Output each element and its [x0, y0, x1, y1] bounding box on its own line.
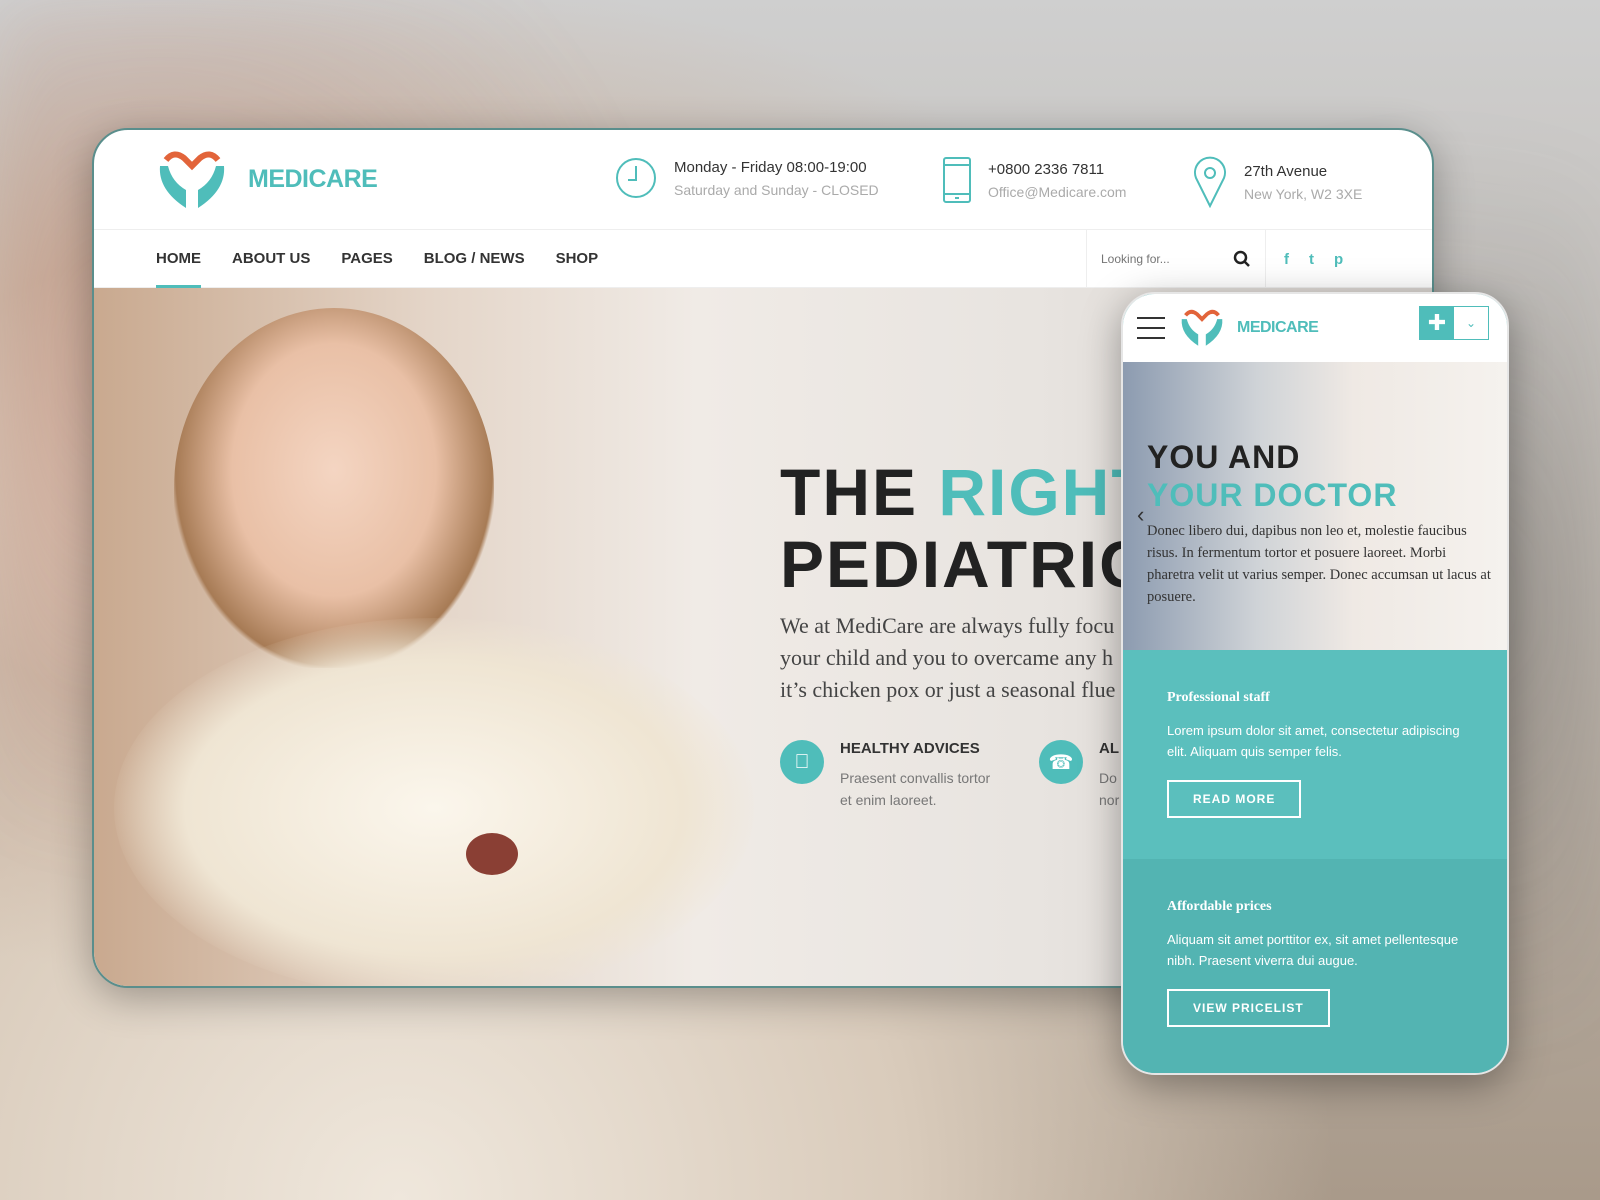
- chevron-down-icon[interactable]: ⌄: [1454, 307, 1488, 339]
- mobile-header: MEDICARE ✚ ⌄: [1123, 294, 1507, 362]
- social-links: f t p: [1284, 230, 1343, 288]
- twitter-icon[interactable]: t: [1309, 251, 1314, 268]
- teddy-bear-photo: [114, 618, 754, 986]
- facebook-icon[interactable]: f: [1284, 251, 1289, 268]
- hours-info: Monday - Friday 08:00-19:00 Saturday and …: [614, 156, 879, 200]
- mobile-brand-name: MEDICARE: [1237, 319, 1319, 336]
- hero-lead: We at MediCare are always fully focu your…: [780, 613, 1116, 702]
- brand-name: MEDICARE: [248, 165, 378, 193]
- card-affordable-prices: Affordable prices Aliquam sit amet portt…: [1123, 859, 1507, 1073]
- feature-healthy-advices:  HEALTHY ADVICESPraesent convallis tort…: [780, 740, 990, 811]
- search-icon[interactable]: [1233, 250, 1251, 268]
- mobile-hero-text: Donec libero dui, dapibus non leo et, mo…: [1147, 523, 1491, 605]
- nav-blog-news[interactable]: BLOG / NEWS: [424, 230, 525, 288]
- mobile-mockup: MEDICARE ✚ ⌄ ‹ YOU AND YOUR DOCTOR Donec …: [1121, 292, 1509, 1075]
- nav-pages[interactable]: PAGES: [341, 230, 392, 288]
- address-info: 27th Avenue New York, W2 3XE: [1192, 156, 1362, 208]
- card-professional-staff: Professional staff Lorem ipsum dolor sit…: [1123, 650, 1507, 859]
- mobile-hero: ‹ YOU AND YOUR DOCTOR Donec libero dui, d…: [1123, 362, 1507, 650]
- mobile-action-button[interactable]: ✚ ⌄: [1419, 306, 1489, 340]
- top-bar: MEDICARE Monday - Friday 08:00-19:00 Satu…: [94, 130, 1432, 230]
- view-pricelist-button[interactable]: VIEW PRICELIST: [1167, 989, 1330, 1027]
- clock-icon: [616, 158, 656, 198]
- nav-shop[interactable]: SHOP: [556, 230, 599, 288]
- mobile-hero-title: YOU AND YOUR DOCTOR: [1147, 439, 1398, 513]
- read-more-button[interactable]: READ MORE: [1167, 780, 1302, 818]
- nav-home[interactable]: HOME: [156, 230, 201, 288]
- search-box: [1086, 230, 1266, 288]
- apple-icon: : [780, 740, 824, 784]
- chevron-left-icon[interactable]: ‹: [1137, 502, 1144, 528]
- main-nav: HOME ABOUT US PAGES BLOG / NEWS SHOP f t…: [94, 230, 1432, 288]
- heart-hands-logo-icon: [159, 151, 225, 208]
- teddy-bear-nose: [466, 833, 518, 875]
- pinterest-icon[interactable]: p: [1334, 251, 1343, 268]
- logo[interactable]: MEDICARE: [156, 150, 378, 210]
- hero-title: THE RIGHT PEDIATRIC: [780, 455, 1154, 601]
- heart-hands-logo-icon: [1181, 309, 1223, 346]
- stethoscope-phone-icon: ☎: [1039, 740, 1083, 784]
- phone-icon: [943, 157, 971, 203]
- nav-about-us[interactable]: ABOUT US: [232, 230, 310, 288]
- search-input[interactable]: [1101, 252, 1211, 266]
- feature-second: ☎ AL Do nor: [1039, 740, 1119, 811]
- map-pin-icon: [1194, 156, 1226, 208]
- hamburger-menu-icon[interactable]: [1137, 317, 1165, 339]
- contact-info: +0800 2336 7811 Office@Medicare.com: [942, 156, 1126, 204]
- girl-photo: [174, 308, 494, 668]
- medical-cross-icon[interactable]: ✚: [1420, 307, 1454, 339]
